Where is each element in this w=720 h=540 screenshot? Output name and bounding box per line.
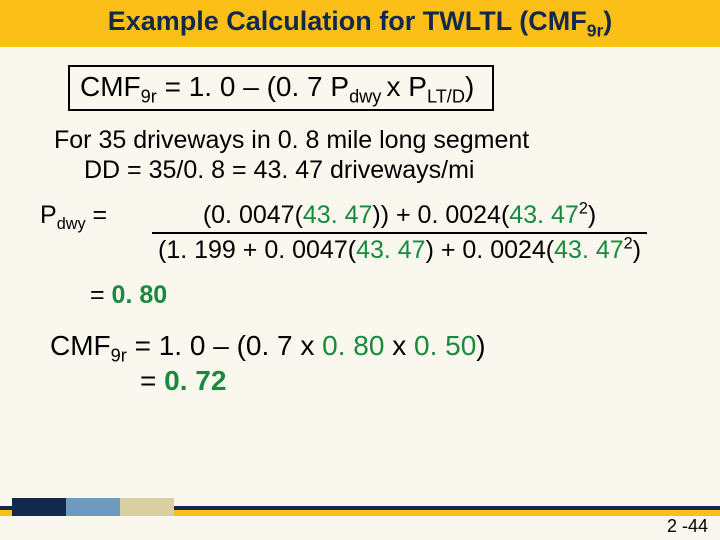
footer-block-2 <box>66 498 120 516</box>
cmf-line2-hl: 0. 72 <box>164 365 226 396</box>
main-formula: CMF9r = 1. 0 – (0. 7 Pdwy x PLT/D) <box>68 65 494 111</box>
formula-sub3: LT/D <box>427 87 465 107</box>
pdwy-label-suffix: = <box>86 201 108 229</box>
slide-content: CMF9r = 1. 0 – (0. 7 Pdwy x PLT/D) For 3… <box>0 47 720 398</box>
cmf-line1-hl2: 0. 50 <box>414 330 476 361</box>
pdwy-equation: Pdwy = (0. 0047(43. 47)) + 0. 0024(43. 4… <box>40 201 680 265</box>
pdwy-label-sub: dwy <box>57 215 86 233</box>
num-c: ) <box>588 201 596 229</box>
cmf-line1-a: CMF <box>50 330 111 361</box>
formula-lhs-sub: 9r <box>141 87 157 107</box>
den-c: ) <box>633 236 641 264</box>
footer-block-3 <box>120 498 174 516</box>
pdwy-numerator: (0. 0047(43. 47)) + 0. 0024(43. 472) <box>152 201 647 232</box>
den-hl1: 43. 47 <box>356 236 426 264</box>
num-sup1: 2 <box>579 200 588 218</box>
formula-lhs: CMF <box>80 71 141 102</box>
result1-value: 0. 80 <box>112 281 168 309</box>
cmf-line1-d: ) <box>476 330 485 361</box>
cmf-line1-b: = 1. 0 – (0. 7 x <box>127 330 322 361</box>
cmf-line1-c: x <box>384 330 414 361</box>
num-hl2: 43. 47 <box>509 201 579 229</box>
footer-blocks <box>12 498 174 516</box>
num-b: )) + 0. 0024( <box>372 201 509 229</box>
result1-prefix: = <box>90 281 112 309</box>
footer-strip <box>0 498 720 516</box>
formula-suffix: ) <box>465 71 474 102</box>
context-line-2: DD = 35/0. 8 = 43. 47 driveways/mi <box>84 155 680 185</box>
num-a: (0. 0047( <box>203 201 303 229</box>
pdwy-result: = 0. 80 <box>90 281 680 310</box>
page-number: 2 -44 <box>667 516 708 537</box>
cmf-line2-a: = <box>140 365 164 396</box>
den-a: (1. 199 + 0. 0047( <box>158 236 356 264</box>
pdwy-fraction: (0. 0047(43. 47)) + 0. 0024(43. 472) (1.… <box>152 201 647 265</box>
pdwy-denominator: (1. 199 + 0. 0047(43. 47) + 0. 0024(43. … <box>152 232 647 265</box>
page-title: Example Calculation for TWLTL (CMF9r) <box>10 6 710 37</box>
formula-mid: x P <box>386 71 426 102</box>
den-hl2: 43. 47 <box>554 236 624 264</box>
context-line-1: For 35 driveways in 0. 8 mile long segme… <box>54 125 680 155</box>
title-prefix: Example Calculation for TWLTL (CMF <box>108 6 587 36</box>
pdwy-label: Pdwy = <box>40 201 112 230</box>
formula-sub2: dwy <box>349 87 386 107</box>
title-suffix: ) <box>603 6 612 36</box>
cmf-line1-sub: 9r <box>111 346 127 366</box>
den-sup1: 2 <box>624 235 633 253</box>
formula-eq: = 1. 0 – (0. 7 P <box>157 71 349 102</box>
title-sub: 9r <box>587 20 604 40</box>
den-b: ) + 0. 0024( <box>426 236 555 264</box>
title-bar: Example Calculation for TWLTL (CMF9r) <box>0 0 720 47</box>
cmf-final-line-1: CMF9r = 1. 0 – (0. 7 x 0. 80 x 0. 50) <box>50 328 680 363</box>
cmf-line1-hl1: 0. 80 <box>322 330 384 361</box>
num-hl1: 43. 47 <box>303 201 373 229</box>
footer-block-1 <box>12 498 66 516</box>
pdwy-label-prefix: P <box>40 201 57 229</box>
cmf-final-line-2: = 0. 72 <box>140 363 680 398</box>
